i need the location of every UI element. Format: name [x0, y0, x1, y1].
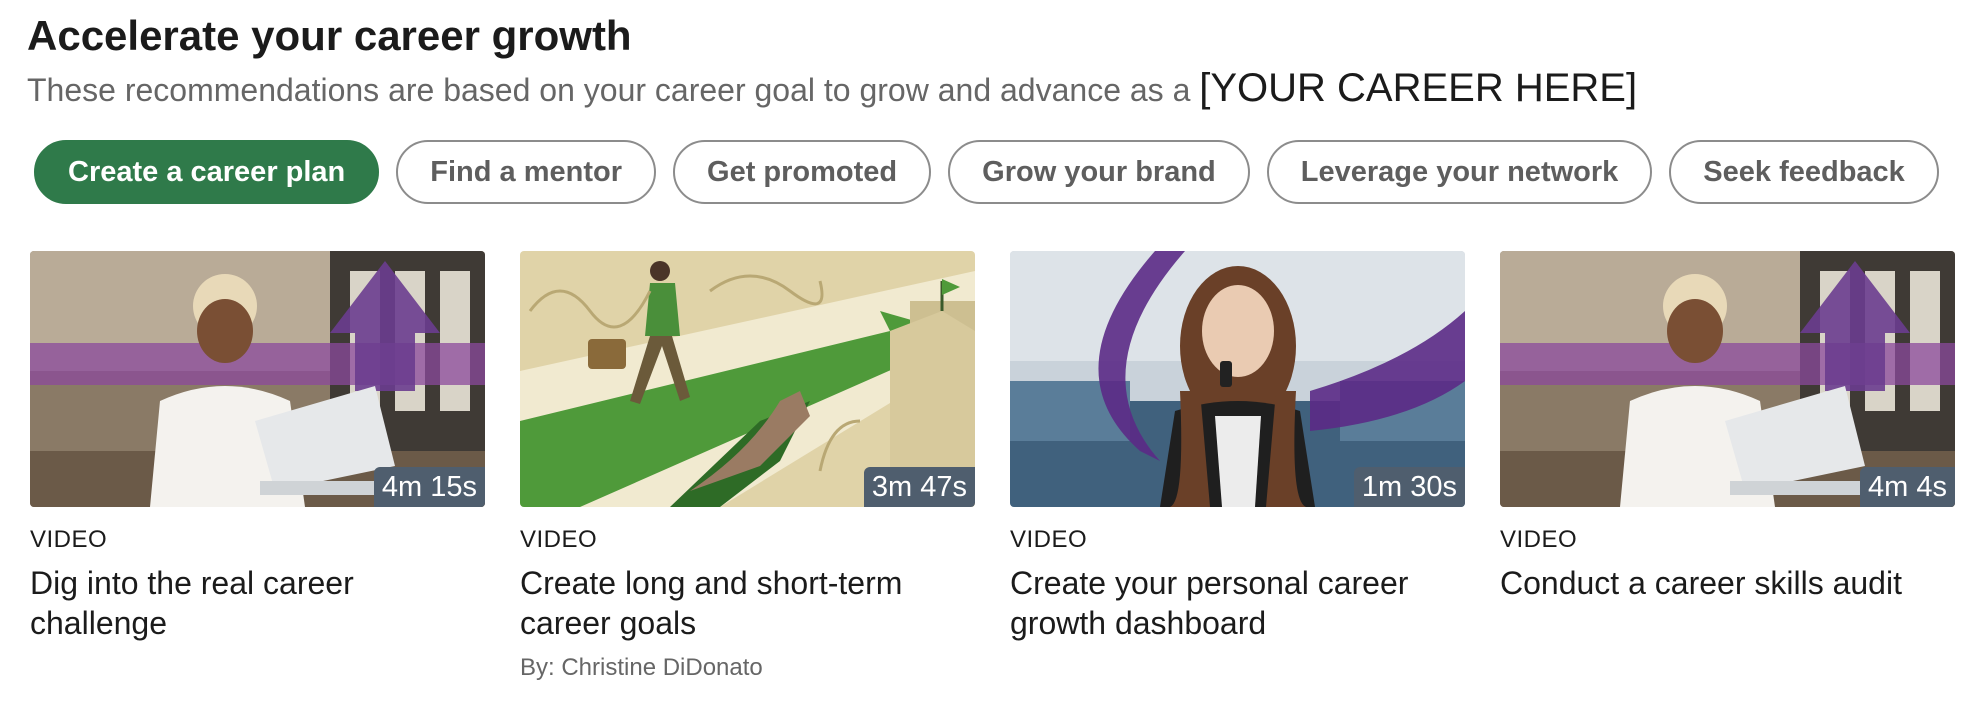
duration-badge: 1m 30s [1353, 467, 1465, 507]
page-title: Accelerate your career growth [27, 12, 632, 59]
video-card[interactable]: 4m 15s VIDEO Dig into the real career ch… [30, 251, 485, 643]
pill-find-mentor[interactable]: Find a mentor [396, 140, 657, 204]
author-byline: By: Christine DiDonato [520, 654, 763, 681]
content-type-label: VIDEO [1010, 526, 1088, 553]
pill-grow-brand[interactable]: Grow your brand [948, 140, 1250, 204]
video-card[interactable]: 4m 4s VIDEO Conduct a career skills audi… [1500, 251, 1955, 603]
content-type-label: VIDEO [1500, 526, 1578, 553]
content-type-label: VIDEO [520, 526, 598, 553]
video-thumbnail[interactable]: 4m 15s [30, 251, 485, 507]
video-title[interactable]: Create your personal career growth dashb… [1010, 563, 1465, 643]
video-thumbnail[interactable]: 4m 4s [1500, 251, 1955, 507]
subtitle-text: These recommendations are based on your … [27, 72, 1191, 108]
video-title[interactable]: Dig into the real career challenge [30, 563, 485, 643]
pill-create-career-plan[interactable]: Create a career plan [34, 140, 380, 204]
video-thumbnail[interactable]: 1m 30s [1010, 251, 1465, 507]
video-title[interactable]: Conduct a career skills audit [1500, 563, 1955, 603]
duration-badge: 3m 47s [863, 467, 975, 507]
video-thumbnail[interactable]: 3m 47s [520, 251, 975, 507]
pill-leverage-network[interactable]: Leverage your network [1266, 140, 1653, 204]
content-type-label: VIDEO [30, 526, 108, 553]
duration-badge: 4m 15s [373, 467, 485, 507]
career-placeholder: [YOUR CAREER HERE] [1199, 66, 1638, 110]
page-subtitle: These recommendations are based on your … [27, 64, 1637, 114]
video-card[interactable]: 1m 30s VIDEO Create your personal career… [1010, 251, 1465, 643]
pill-get-promoted[interactable]: Get promoted [673, 140, 932, 204]
pill-seek-feedback[interactable]: Seek feedback [1669, 140, 1939, 204]
duration-badge: 4m 4s [1860, 467, 1955, 507]
video-title[interactable]: Create long and short-term career goals [520, 563, 975, 643]
goal-filter-pills: Create a career plan Find a mentor Get p… [34, 140, 1939, 204]
video-card[interactable]: 3m 47s VIDEO Create long and short-term … [520, 251, 975, 683]
